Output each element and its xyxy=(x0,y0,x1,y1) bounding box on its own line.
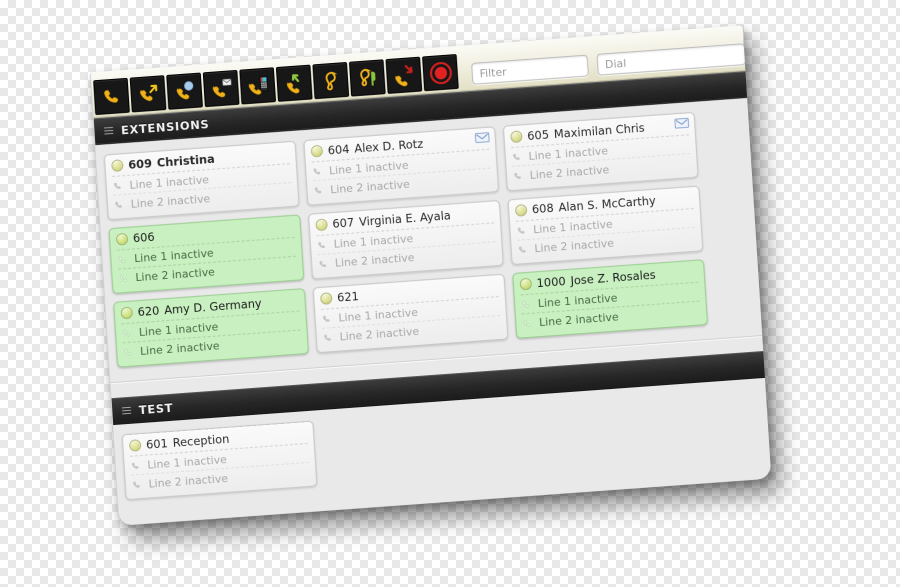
handset-icon xyxy=(314,186,322,193)
handset-icon xyxy=(514,172,521,179)
handset-icon xyxy=(519,246,526,253)
handset-icon xyxy=(517,227,525,234)
line-status: Line 1 inactive xyxy=(328,158,409,178)
filter-input[interactable]: Filter xyxy=(471,54,589,85)
handset-icon xyxy=(133,481,140,488)
perspective-stage: Filter Dial EXTENSIONS 609 Christina Lin… xyxy=(0,0,900,587)
handset-icon xyxy=(319,260,327,267)
extension-card[interactable]: 606 Line 1 inactive Line 2 inactive xyxy=(108,214,305,295)
window-clip: Filter Dial EXTENSIONS 609 Christina Lin… xyxy=(0,0,900,587)
handset-icon xyxy=(324,334,331,341)
extension-name: Alex D. Rotz xyxy=(353,136,424,156)
extension-card[interactable]: 620 Amy D. Germany Line 1 inactive Line … xyxy=(113,288,309,368)
call-icon[interactable] xyxy=(93,77,130,116)
handset-icon xyxy=(318,241,325,248)
line-status: Line 2 inactive xyxy=(148,471,229,491)
line-status: Line 2 inactive xyxy=(534,236,615,256)
extension-card[interactable]: 605 Maximilan Chris Line 1 inactive Line… xyxy=(502,111,699,192)
extension-card[interactable]: 621 Line 1 inactive Line 2 inactive xyxy=(312,273,509,354)
handset-icon xyxy=(114,182,121,189)
extension-card[interactable]: 607 Virginia E. Ayala Line 1 inactive Li… xyxy=(307,199,504,280)
handset-icon xyxy=(123,329,131,336)
extension-name: Christina xyxy=(156,151,216,170)
listen-icon[interactable] xyxy=(312,61,350,100)
line-status: Line 1 inactive xyxy=(133,246,215,266)
status-led-icon xyxy=(319,292,333,305)
extension-number: 604 xyxy=(327,141,350,158)
call-pickup-icon[interactable] xyxy=(275,64,313,102)
line-status: Line 2 inactive xyxy=(139,339,220,359)
line-status: Line 1 inactive xyxy=(537,291,618,311)
extension-number: 1000 xyxy=(536,274,567,291)
extension-number: 621 xyxy=(336,289,360,305)
status-led-icon xyxy=(519,277,533,291)
handset-icon xyxy=(119,274,127,282)
whisper-icon[interactable] xyxy=(348,59,386,97)
extension-card[interactable]: 604 Alex D. Rotz Line 1 inactive Line 2 … xyxy=(303,126,500,206)
application-window: Filter Dial EXTENSIONS 609 Christina Lin… xyxy=(89,25,772,526)
drag-handle-icon[interactable] xyxy=(104,126,114,136)
handset-icon xyxy=(118,256,126,263)
extension-number: 601 xyxy=(145,436,169,452)
status-led-icon xyxy=(111,159,124,172)
status-led-icon xyxy=(315,218,328,232)
handset-icon xyxy=(513,153,520,160)
status-led-icon xyxy=(510,130,523,144)
extension-number: 607 xyxy=(332,215,355,232)
group-title: TEST xyxy=(138,400,174,417)
voicemail-icon[interactable] xyxy=(474,132,490,144)
status-led-icon xyxy=(115,232,129,246)
record-icon[interactable] xyxy=(422,53,459,92)
handset-icon xyxy=(124,348,132,355)
extension-card[interactable]: 601 Reception Line 1 inactive Line 2 ina… xyxy=(121,420,318,501)
handset-icon xyxy=(313,167,321,174)
line-status: Line 2 inactive xyxy=(329,177,411,197)
handset-icon xyxy=(115,201,122,208)
handset-icon xyxy=(523,319,531,326)
extension-name: Jose Z. Rosales xyxy=(570,267,657,288)
handset-icon xyxy=(323,315,330,322)
drag-handle-icon[interactable] xyxy=(121,406,132,416)
extension-number: 608 xyxy=(531,201,555,217)
line-status: Line 2 inactive xyxy=(529,163,610,182)
line-status: Line 2 inactive xyxy=(135,265,216,285)
extension-name: Virginia E. Ayala xyxy=(358,208,452,230)
handset-icon xyxy=(522,300,530,307)
extensions-panel: EXTENSIONS 609 Christina Line 1 inactive xyxy=(93,71,772,526)
status-led-icon xyxy=(514,203,528,217)
extension-number: 605 xyxy=(526,127,550,143)
line-status: Line 2 inactive xyxy=(334,251,415,270)
extension-card[interactable]: 608 Alan S. McCarthy Line 1 inactive Lin… xyxy=(507,185,704,266)
extension-card[interactable]: 609 Christina Line 1 inactive Line 2 ina… xyxy=(103,140,300,221)
line-status: Line 2 inactive xyxy=(339,324,420,344)
status-led-icon xyxy=(310,144,324,158)
hangup-icon[interactable] xyxy=(385,56,423,94)
status-led-icon xyxy=(128,439,142,452)
line-status: Line 2 inactive xyxy=(538,310,619,330)
extension-card[interactable]: 1000 Jose Z. Rosales Line 1 inactive Lin… xyxy=(512,259,709,339)
status-led-icon xyxy=(120,306,134,320)
